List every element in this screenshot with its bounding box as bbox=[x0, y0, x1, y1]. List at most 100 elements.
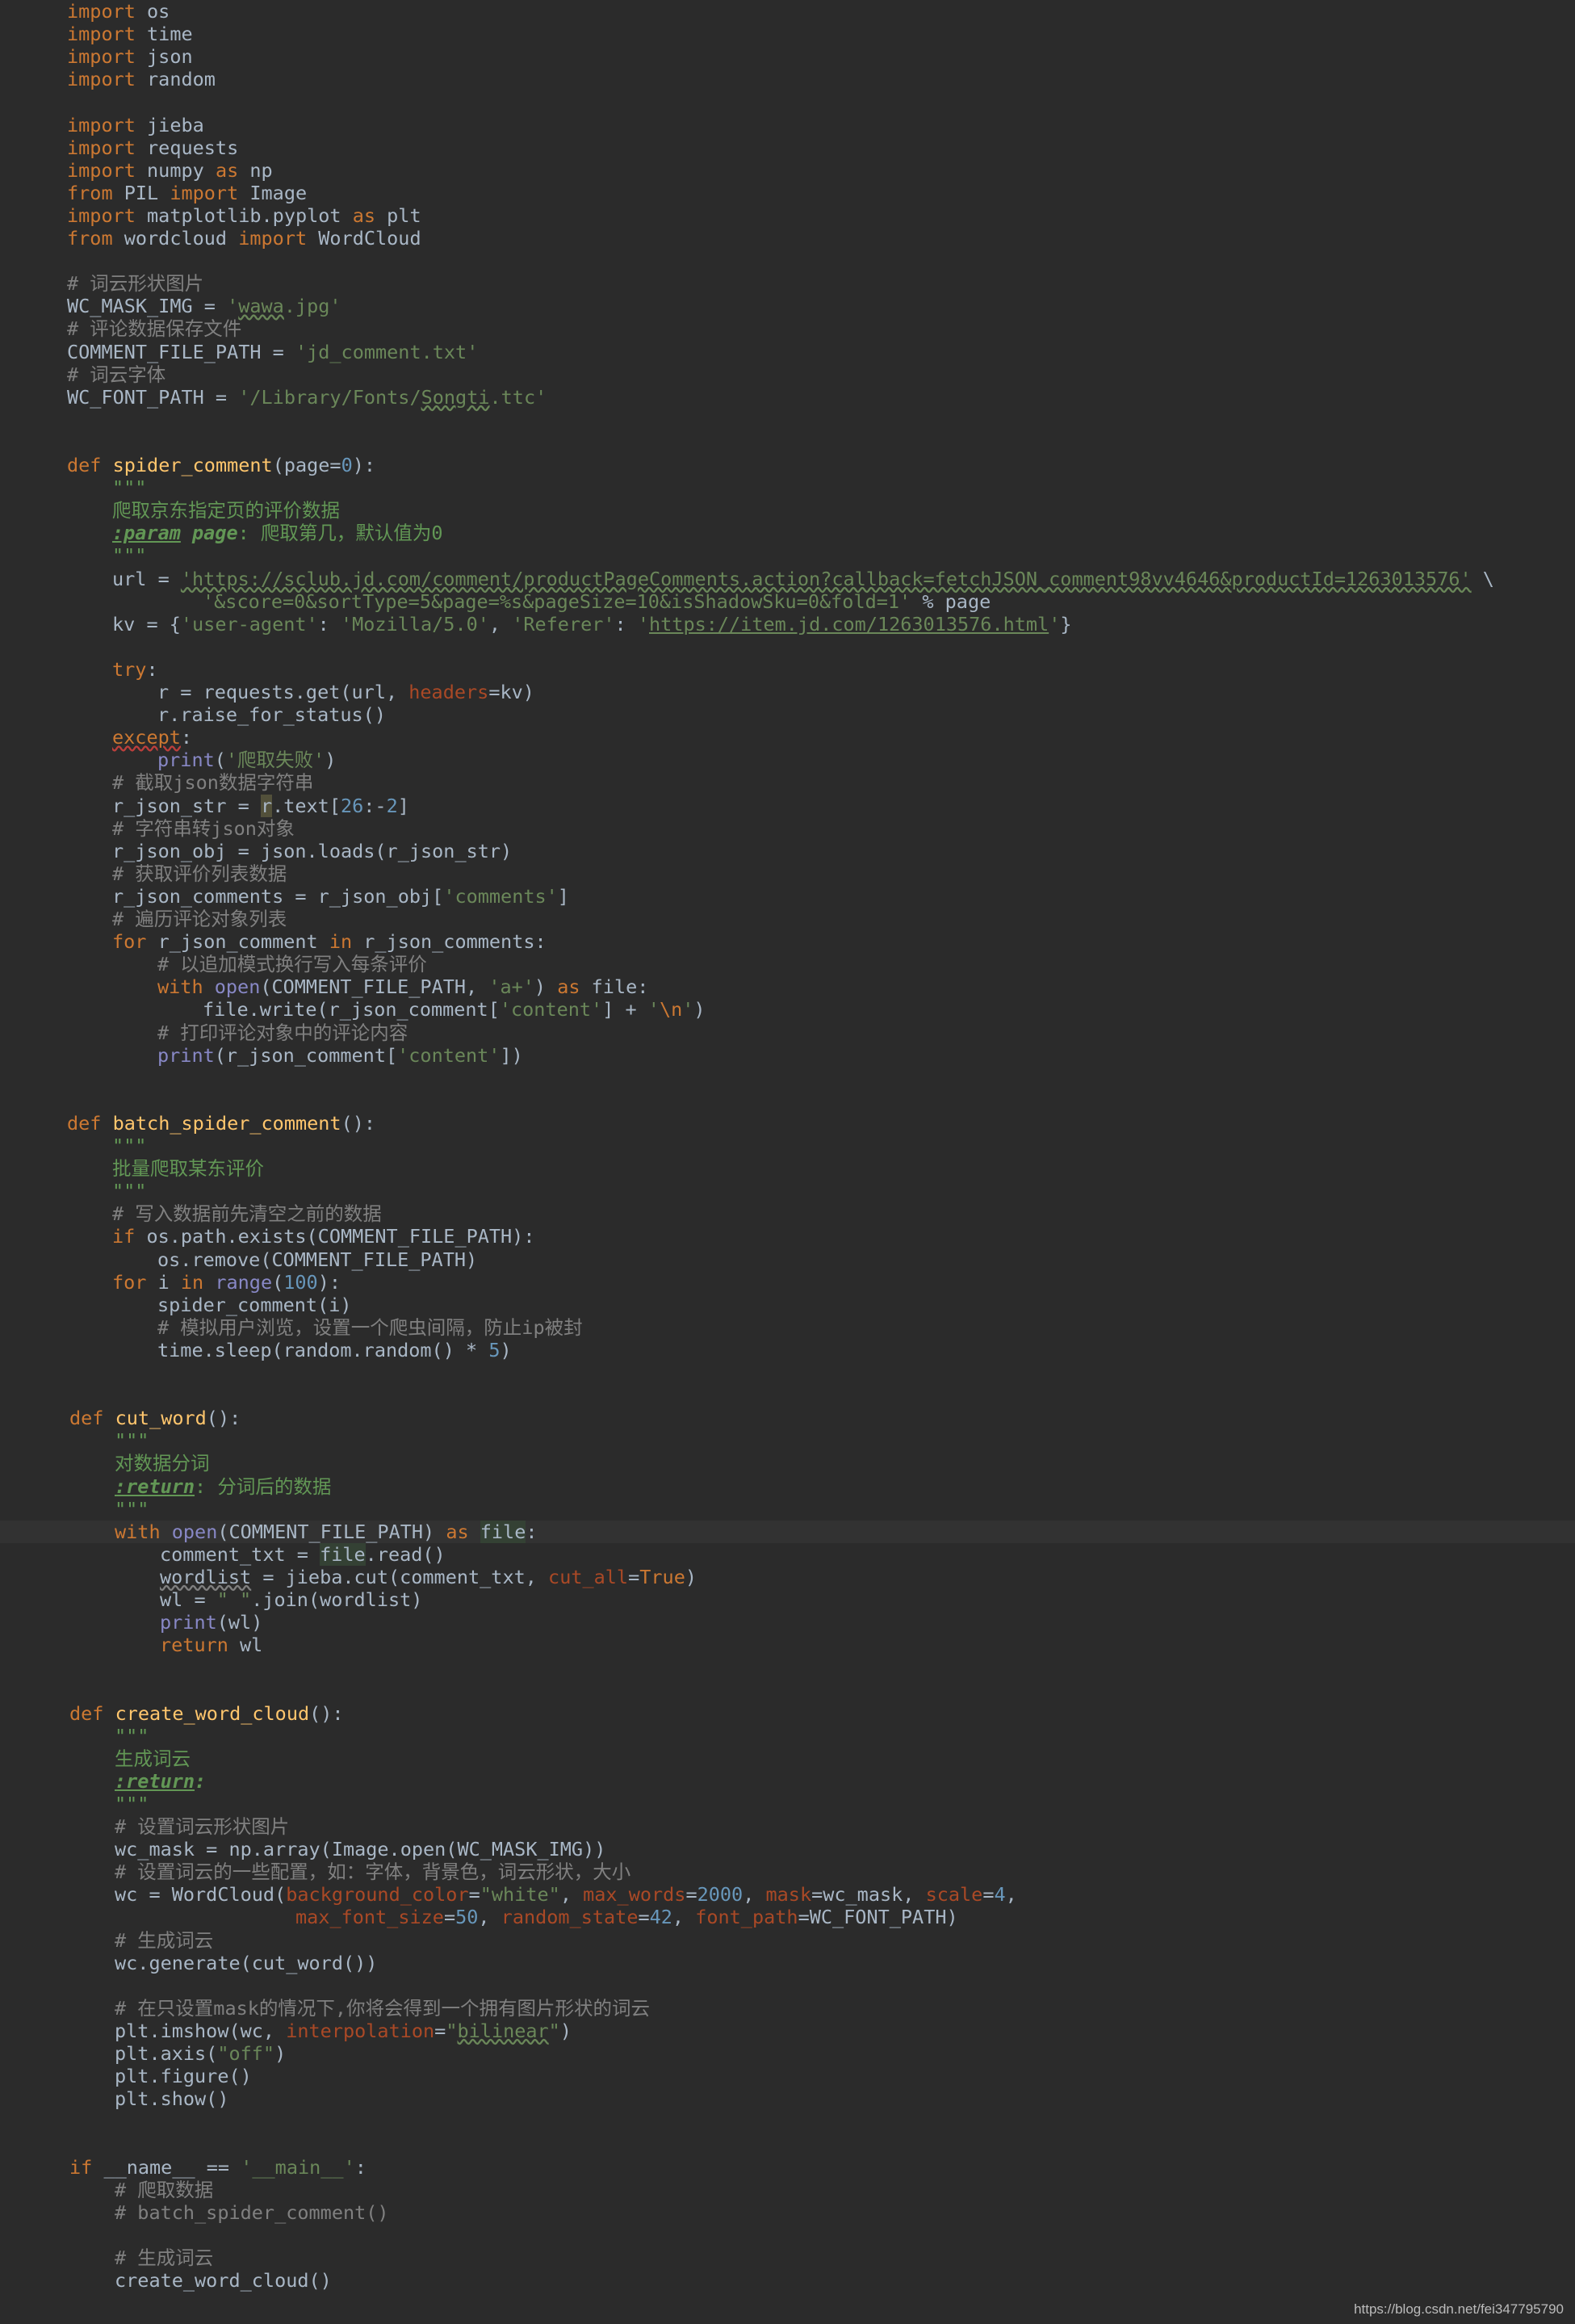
code-line[interactable]: import requests bbox=[0, 136, 1575, 159]
code-line[interactable]: r_json_obj = json.loads(r_json_str) bbox=[0, 840, 1575, 862]
code-line[interactable]: 爬取京东指定页的评价数据 bbox=[0, 499, 1575, 522]
code-line[interactable]: """ bbox=[0, 1498, 1575, 1521]
code-line[interactable]: print(r_json_comment['content']) bbox=[0, 1044, 1575, 1067]
code-line[interactable]: wc_mask = np.array(Image.open(WC_MASK_IM… bbox=[0, 1838, 1575, 1860]
code-line[interactable]: if __name__ == '__main__': bbox=[0, 2156, 1575, 2179]
code-line[interactable]: def cut_word(): bbox=[0, 1407, 1575, 1429]
code-line[interactable]: from PIL import Image bbox=[0, 182, 1575, 204]
code-token: """ bbox=[115, 1497, 149, 1521]
code-line[interactable]: r = requests.get(url, headers=kv) bbox=[0, 681, 1575, 703]
code-text: """ bbox=[112, 1180, 146, 1202]
code-line[interactable]: import numpy as np bbox=[0, 159, 1575, 182]
code-line[interactable]: # batch_spider_comment() bbox=[0, 2201, 1575, 2224]
code-line[interactable]: # 爬取数据 bbox=[0, 2179, 1575, 2201]
code-line[interactable]: return wl bbox=[0, 1634, 1575, 1656]
code-line[interactable]: """ bbox=[0, 544, 1575, 567]
code-line[interactable]: wc.generate(cut_word()) bbox=[0, 1952, 1575, 1974]
code-line[interactable]: """ bbox=[0, 1793, 1575, 1815]
code-line[interactable]: WC_MASK_IMG = 'wawa.jpg' bbox=[0, 295, 1575, 317]
code-line[interactable]: import json bbox=[0, 45, 1575, 68]
code-line[interactable]: except: bbox=[0, 726, 1575, 749]
code-line[interactable]: 批量爬取某东评价 bbox=[0, 1157, 1575, 1180]
code-line[interactable]: with open(COMMENT_FILE_PATH, 'a+') as fi… bbox=[0, 975, 1575, 998]
code-line[interactable]: for r_json_comment in r_json_comments: bbox=[0, 930, 1575, 953]
code-line[interactable]: import time bbox=[0, 23, 1575, 45]
code-line[interactable]: # 打印评论对象中的评论内容 bbox=[0, 1021, 1575, 1044]
code-line[interactable]: # 在只设置mask的情况下,你将会得到一个拥有图片形状的词云 bbox=[0, 1997, 1575, 2020]
code-line[interactable]: print(wl) bbox=[0, 1611, 1575, 1634]
code-line[interactable]: WC_FONT_PATH = '/Library/Fonts/Songti.tt… bbox=[0, 386, 1575, 409]
code-token: # batch_spider_comment() bbox=[115, 2200, 389, 2224]
code-line[interactable]: :return: bbox=[0, 1770, 1575, 1793]
code-text: :param page: 爬取第几，默认值为0 bbox=[112, 522, 443, 544]
code-line[interactable]: import os bbox=[0, 0, 1575, 23]
code-line[interactable]: # 设置词云形状图片 bbox=[0, 1815, 1575, 1838]
code-line[interactable]: file.write(r_json_comment['content'] + '… bbox=[0, 998, 1575, 1021]
code-line[interactable]: max_font_size=50, random_state=42, font_… bbox=[0, 1906, 1575, 1928]
code-line[interactable]: kv = {'user-agent': 'Mozilla/5.0', 'Refe… bbox=[0, 613, 1575, 636]
code-line[interactable]: r.raise_for_status() bbox=[0, 703, 1575, 726]
code-line[interactable]: import jieba bbox=[0, 114, 1575, 136]
code-line[interactable]: wc = WordCloud(background_color="white",… bbox=[0, 1883, 1575, 1906]
code-line[interactable]: # 设置词云的一些配置，如：字体，背景色，词云形状，大小 bbox=[0, 1860, 1575, 1883]
code-line[interactable]: 生成词云 bbox=[0, 1747, 1575, 1770]
code-line[interactable]: """ bbox=[0, 1429, 1575, 1452]
code-line[interactable]: with open(COMMENT_FILE_PATH) as file: bbox=[0, 1520, 1575, 1543]
code-line[interactable]: import random bbox=[0, 68, 1575, 90]
code-line[interactable]: """ bbox=[0, 1725, 1575, 1747]
code-line[interactable]: from wordcloud import WordCloud bbox=[0, 227, 1575, 250]
code-token: scale bbox=[925, 1883, 983, 1907]
code-line[interactable]: '&score=0&sortType=5&page=%s&pageSize=10… bbox=[0, 590, 1575, 613]
code-line[interactable]: """ bbox=[0, 1180, 1575, 1202]
code-line[interactable]: os.remove(COMMENT_FILE_PATH) bbox=[0, 1248, 1575, 1271]
code-token: r_json_comment bbox=[146, 930, 329, 954]
code-line[interactable]: # 以追加模式换行写入每条评价 bbox=[0, 953, 1575, 975]
code-line[interactable]: 对数据分词 bbox=[0, 1452, 1575, 1475]
code-line[interactable]: COMMENT_FILE_PATH = 'jd_comment.txt' bbox=[0, 341, 1575, 363]
code-line[interactable]: # 生成词云 bbox=[0, 2246, 1575, 2269]
code-line[interactable]: url = 'https://sclub.jd.com/comment/prod… bbox=[0, 568, 1575, 590]
code-line[interactable]: def create_word_cloud(): bbox=[0, 1702, 1575, 1725]
code-line[interactable]: try: bbox=[0, 658, 1575, 681]
code-line[interactable]: :param page: 爬取第几，默认值为0 bbox=[0, 522, 1575, 544]
code-line[interactable]: if os.path.exists(COMMENT_FILE_PATH): bbox=[0, 1225, 1575, 1248]
code-line[interactable]: time.sleep(random.random() * 5) bbox=[0, 1339, 1575, 1361]
code-line[interactable]: def batch_spider_comment(): bbox=[0, 1112, 1575, 1135]
code-line[interactable]: plt.axis("off") bbox=[0, 2042, 1575, 2065]
code-line[interactable]: plt.figure() bbox=[0, 2065, 1575, 2087]
code-line[interactable]: # 评论数据保存文件 bbox=[0, 317, 1575, 340]
code-line[interactable]: wordlist = jieba.cut(comment_txt, cut_al… bbox=[0, 1566, 1575, 1588]
code-line[interactable]: plt.imshow(wc, interpolation="bilinear") bbox=[0, 2020, 1575, 2042]
code-line[interactable]: def spider_comment(page=0): bbox=[0, 454, 1575, 476]
code-text: # 打印评论对象中的评论内容 bbox=[157, 1021, 408, 1044]
code-token: mask bbox=[765, 1883, 812, 1907]
code-line[interactable]: # 词云形状图片 bbox=[0, 272, 1575, 295]
code-token: # 设置词云的一些配置，如：字体，背景色，词云形状，大小 bbox=[115, 1860, 631, 1884]
code-line[interactable]: # 写入数据前先清空之前的数据 bbox=[0, 1202, 1575, 1225]
code-token: 42 bbox=[649, 1906, 672, 1929]
code-line[interactable]: # 获取评价列表数据 bbox=[0, 862, 1575, 885]
code-line[interactable]: import matplotlib.pyplot as plt bbox=[0, 204, 1575, 227]
code-line[interactable]: """ bbox=[0, 1135, 1575, 1157]
code-text: r_json_str = r.text[26:-2] bbox=[112, 794, 409, 817]
code-line[interactable]: # 生成词云 bbox=[0, 1929, 1575, 1952]
code-token: r = requests.get(url, bbox=[157, 681, 409, 703]
code-line[interactable]: print('爬取失败') bbox=[0, 749, 1575, 771]
code-line[interactable]: # 词云字体 bbox=[0, 363, 1575, 386]
code-line[interactable]: plt.show() bbox=[0, 2087, 1575, 2110]
code-line[interactable]: for i in range(100): bbox=[0, 1271, 1575, 1294]
code-line[interactable]: # 字符串转json对象 bbox=[0, 817, 1575, 840]
code-editor[interactable]: import os import time import json import ra… bbox=[0, 0, 1575, 2324]
code-line[interactable]: """ bbox=[0, 476, 1575, 499]
code-line[interactable]: comment_txt = file.read() bbox=[0, 1542, 1575, 1566]
code-line[interactable]: :return: 分词后的数据 bbox=[0, 1475, 1575, 1498]
code-line[interactable]: r_json_str = r.text[26:-2] bbox=[0, 794, 1575, 817]
code-line[interactable]: wl = " ".join(wordlist) bbox=[0, 1588, 1575, 1611]
code-line[interactable]: # 模拟用户浏览，设置一个爬虫间隔，防止ip被封 bbox=[0, 1316, 1575, 1339]
code-line[interactable]: spider_comment(i) bbox=[0, 1294, 1575, 1316]
code-line[interactable]: r_json_comments = r_json_obj['comments'] bbox=[0, 885, 1575, 908]
code-line[interactable]: create_word_cloud() bbox=[0, 2269, 1575, 2292]
code-line[interactable]: # 遍历评论对象列表 bbox=[0, 908, 1575, 930]
code-line[interactable]: # 截取json数据字符串 bbox=[0, 771, 1575, 794]
code-token: ' bbox=[682, 998, 694, 1021]
